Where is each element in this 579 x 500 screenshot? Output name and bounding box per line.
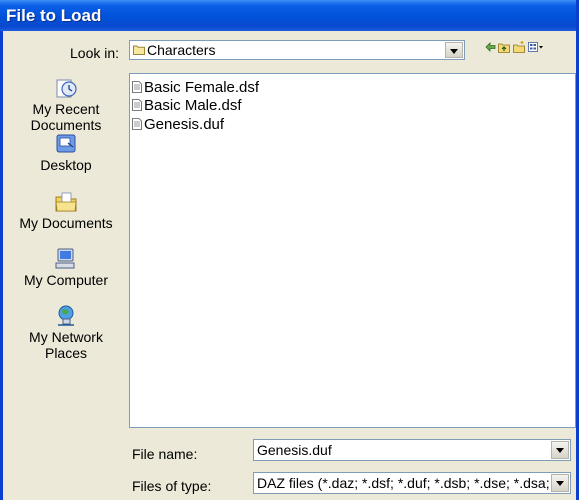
- files-of-type-combo[interactable]: DAZ files (*.daz; *.dsf; *.duf; *.dsb; *…: [253, 472, 571, 494]
- look-in-dropdown-button[interactable]: [445, 42, 463, 58]
- file-name-combo[interactable]: Genesis.duf: [253, 439, 571, 461]
- place-label-line2: Documents: [30, 117, 102, 133]
- file-list[interactable]: Basic Female.dsf Basic Male.dsf Genesis.…: [129, 73, 576, 428]
- recent-documents-icon: [56, 79, 77, 98]
- file-name: Basic Female.dsf: [144, 79, 260, 96]
- desktop-icon: [56, 134, 76, 153]
- title-bar[interactable]: File to Load: [0, 0, 576, 31]
- file-name-input[interactable]: Genesis.duf: [257, 442, 332, 458]
- place-my-documents[interactable]: My Documents: [10, 191, 122, 231]
- file-icon: [132, 81, 142, 93]
- file-icon: [132, 99, 142, 111]
- place-label: My Recent: [32, 101, 100, 117]
- file-name: Basic Male.dsf: [144, 97, 242, 114]
- file-name-dropdown-button[interactable]: [551, 441, 569, 459]
- look-in-value: Characters: [147, 42, 216, 58]
- my-computer-icon: [55, 248, 75, 269]
- file-name: Genesis.duf: [144, 116, 225, 133]
- folder-icon: [133, 45, 145, 55]
- file-icon: [132, 118, 142, 130]
- place-my-computer[interactable]: My Computer: [10, 248, 122, 288]
- look-in-combo[interactable]: Characters: [129, 40, 465, 60]
- up-folder-icon[interactable]: [498, 40, 510, 54]
- place-label: My Computer: [23, 272, 109, 288]
- network-places-icon: [58, 305, 74, 326]
- window-title: File to Load: [6, 6, 102, 25]
- my-documents-icon: [55, 192, 77, 212]
- file-dialog: File to Load Look in: Characters My Rece…: [0, 0, 579, 500]
- place-label: My Network: [29, 329, 103, 345]
- place-my-network-places[interactable]: My Network Places: [10, 305, 122, 361]
- files-of-type-label: Files of type:: [132, 478, 212, 494]
- new-folder-icon[interactable]: [513, 40, 525, 54]
- back-icon[interactable]: [485, 40, 497, 54]
- place-my-recent-documents[interactable]: My Recent Documents: [10, 77, 122, 133]
- view-menu-icon[interactable]: [528, 40, 544, 54]
- files-of-type-value: DAZ files (*.daz; *.dsf; *.duf; *.dsb; *…: [257, 475, 550, 491]
- place-label: Desktop: [40, 157, 92, 173]
- place-label: My Documents: [19, 215, 113, 231]
- file-name-label: File name:: [132, 446, 198, 462]
- files-of-type-dropdown-button[interactable]: [551, 474, 569, 492]
- look-in-label: Look in:: [70, 45, 120, 61]
- place-desktop[interactable]: Desktop: [10, 133, 122, 173]
- place-label-line2: Places: [44, 345, 88, 361]
- window-left-border: [0, 31, 3, 500]
